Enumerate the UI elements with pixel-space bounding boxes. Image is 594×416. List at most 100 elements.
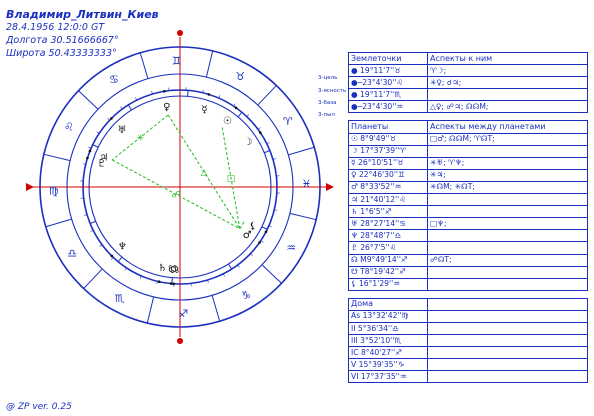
house-cusp [89, 220, 96, 224]
aspect-cell: ♈☽; [427, 64, 588, 78]
aspect-sextile-symbol: ✳ [136, 133, 144, 143]
table-row: VI 17°37'35''♒ [348, 370, 588, 384]
house-cell: II 5°36'34''♎ [348, 321, 428, 336]
planet-sun-dot [234, 106, 238, 110]
planet-neptune-dot [110, 254, 114, 258]
sign-aquarius-icon: ♒ [286, 241, 296, 254]
house-cusp [264, 150, 271, 154]
mc-marker [177, 30, 183, 36]
houses-header: Дома [348, 297, 428, 311]
aspect-cell [427, 144, 588, 158]
planet-venus-dot [163, 89, 166, 93]
degree-tick [110, 257, 114, 260]
house-cusp [187, 90, 189, 97]
aspect-opposition-symbol: ☍ [171, 190, 180, 200]
houses-aspects-header [427, 297, 588, 311]
planet-pluto-icon: ♇ [97, 158, 106, 169]
degree-tick [257, 127, 261, 130]
sign-virgo-icon: ♍ [49, 184, 59, 197]
asc-arrow [26, 183, 34, 191]
side-label-base: 3-база [318, 100, 337, 106]
points-header: Землеточки [348, 51, 428, 66]
table-row: ☿ 26°10'51''♉ ✳♅; ♈♆; [348, 156, 588, 170]
table-row: ☽ 17°37'39''♈ [348, 144, 588, 158]
aspect-cell [427, 229, 588, 243]
wheel-axes [26, 30, 334, 344]
table-row: ☊ М9°49'14''♐ ☍☊Т; [348, 253, 588, 267]
side-label-goal: 3-цель [318, 75, 337, 81]
table-row: ♂ 8°33'52''♒ ✳☊М; ✳☊Т; [348, 180, 588, 195]
sign-pisces-icon: ♓ [302, 178, 312, 191]
table-row: II 5°36'34''♎ [348, 321, 588, 336]
table-row: ♃ 21°40'12''♌ [348, 193, 588, 207]
sign-aries-icon: ♈ [283, 115, 293, 128]
planet-uranus-icon: ♅ [118, 125, 127, 136]
planet-moon-icon: ☽ [243, 137, 252, 148]
house-cell: IC 8°40'27''♐ [348, 346, 428, 360]
aspect-cell: ✳♅; ♈♆; [427, 156, 588, 170]
sign-libra-icon: ♎ [67, 247, 77, 260]
aspect-cell: ✳☊М; ✳☊Т; [427, 180, 588, 195]
sign-divider [83, 268, 103, 289]
table-row: ♇ 26°7'5''♌ [348, 241, 588, 255]
aspect-cell [427, 88, 588, 102]
degree-tick [107, 117, 110, 121]
degree-tick [99, 244, 103, 247]
sign-divider [139, 52, 149, 79]
sign-divider [43, 153, 71, 162]
sign-divider [205, 50, 214, 78]
house-cusp [237, 111, 243, 118]
house-cusp [127, 104, 132, 111]
aspect-cell [427, 265, 588, 279]
planet-jupiter-dot [88, 149, 92, 153]
table-row: ♄ 1°6'5''♐ [348, 205, 588, 219]
planet-sun-icon: ☉ [223, 116, 232, 127]
planet-node-dot [172, 282, 176, 286]
aspect-lines: ✳ △ ☍ □ [111, 114, 246, 230]
dsc-arrow [326, 183, 334, 191]
planet-south-node-dot [169, 282, 173, 285]
aspect-cell [427, 277, 588, 291]
ic-marker [177, 338, 183, 344]
aspect-cell: □♂; ☊☊М; ♈☊Т; [427, 132, 588, 146]
point-cell: ●─23°4'30''♌ [348, 76, 428, 90]
sign-leo-icon: ♌ [64, 121, 74, 134]
planet-mercury-dot [207, 93, 211, 96]
sign-gemini-icon: ♊ [172, 55, 182, 68]
aspect-cell: △♀; ☍♃; ☊☊М; [427, 100, 588, 114]
sign-sagittarius-icon: ♐ [178, 307, 188, 320]
house-cusp [261, 226, 268, 230]
house-cusp [117, 256, 123, 263]
sign-divider [45, 218, 72, 228]
planet-aspects-header: Аспекты между планетами [427, 120, 588, 134]
sign-divider [257, 85, 277, 106]
table-header-row: Дома [348, 297, 588, 311]
planet-uranus-dot [110, 117, 113, 120]
table-row: ♅ 28°27'14''♋ □♆; [348, 217, 588, 231]
aspect-cell [427, 241, 588, 255]
planet-cell: ♅ 28°27'14''♋ [348, 217, 428, 231]
side-labels: 3-цель 3-ясность 3-база 3-пыл [318, 75, 346, 118]
planet-cell: ☊ М9°49'14''♐ [348, 253, 428, 267]
aspect-cell: □♆; [427, 217, 588, 231]
sign-divider [78, 90, 99, 110]
planet-mars-dot [258, 241, 261, 244]
degree-tick [246, 114, 250, 117]
side-label-clarity: 3-ясность [318, 88, 346, 94]
sign-cancer-icon: ♋ [109, 73, 119, 86]
table-row: III 3°52'10''♏ [348, 334, 588, 348]
sign-scorpio-icon: ♏ [115, 292, 125, 305]
planet-neptune-icon: ♆ [118, 241, 127, 252]
degree-tick [237, 264, 240, 268]
planet-saturn-icon: ♄ [158, 263, 167, 274]
sign-taurus-icon: ♉ [235, 70, 245, 83]
house-cell: VI 17°37'35''♒ [348, 370, 428, 384]
house-cell: As 13°32'42''♍ [348, 309, 428, 323]
planet-venus-icon: ♀ [163, 102, 170, 113]
table-row: IC 8°40'27''♐ [348, 346, 588, 360]
points-aspects-header: Аспекты к ним [427, 51, 588, 66]
aspect-cell [427, 193, 588, 207]
planet-cell: ♂ 8°33'52''♒ [348, 180, 428, 195]
planet-cell: ☉ 8°9'49''♉ [348, 132, 428, 146]
planet-moon-dot [259, 131, 262, 134]
